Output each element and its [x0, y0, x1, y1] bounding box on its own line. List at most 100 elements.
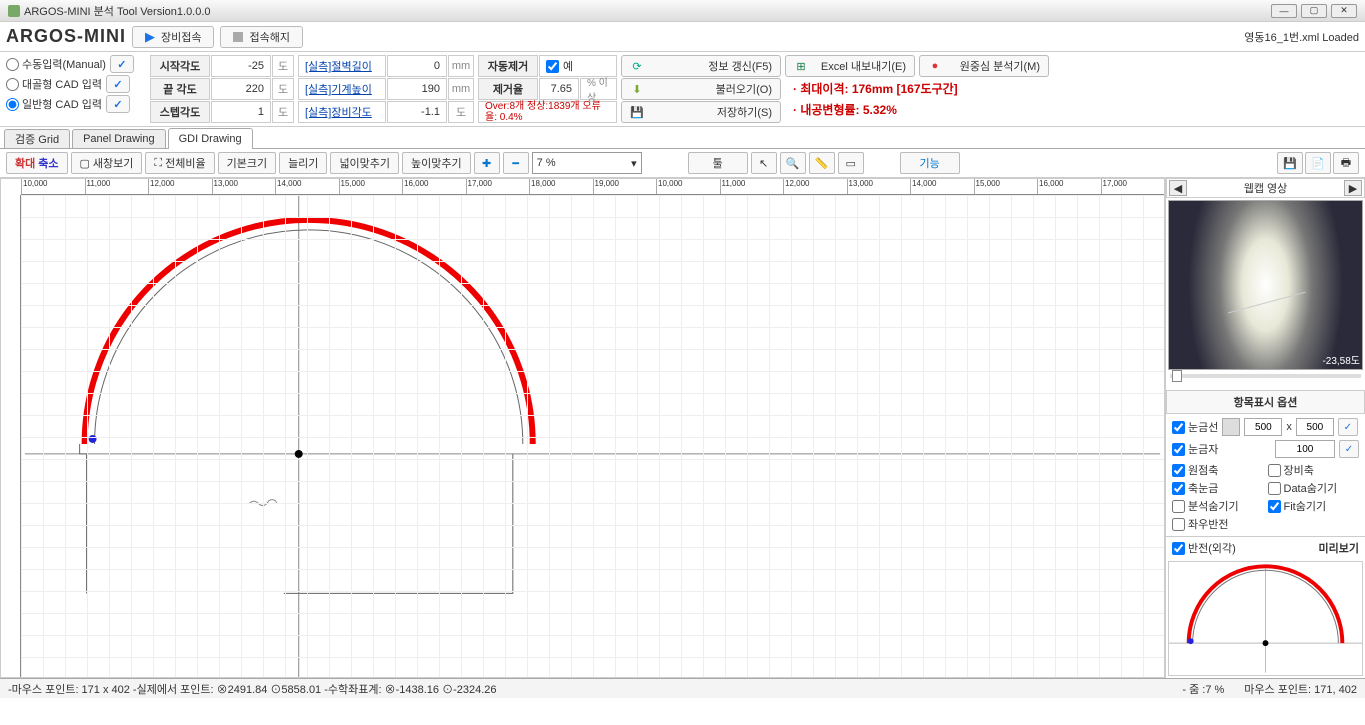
minimize-button[interactable]: — — [1271, 4, 1297, 18]
tab-panel-drawing[interactable]: Panel Drawing — [72, 129, 166, 148]
title-text: ARGOS-MINI 분석 Tool Version1.0.0.0 — [24, 3, 211, 19]
deg-unit: 도 — [272, 55, 294, 77]
stop-icon — [233, 32, 243, 42]
end-angle-value[interactable]: 220 — [211, 78, 271, 100]
remove-rate-value[interactable]: 7.65 — [539, 78, 579, 100]
grid-apply[interactable]: ✓ — [1338, 418, 1358, 436]
opt-gridmark[interactable]: 눈금자 — [1172, 441, 1218, 457]
main-area: 10,00011,00012,00013,00014,00015,00016,0… — [0, 178, 1365, 678]
opt-equip[interactable]: 장비축 — [1268, 462, 1360, 478]
minus-button[interactable]: ━ — [503, 152, 529, 174]
save-button[interactable]: 💾저장하기(S) — [621, 101, 781, 123]
fit-icon: ⛶ — [154, 157, 162, 170]
webcam-slider[interactable] — [1166, 372, 1365, 390]
loaded-file: 영동16_1번.xml Loaded — [1244, 29, 1359, 45]
gridmark-apply[interactable]: ✓ — [1339, 440, 1359, 458]
logo: ARGOS-MINI — [6, 26, 126, 47]
drawing-canvas[interactable]: 10,00011,00012,00013,00014,00015,00016,0… — [0, 178, 1165, 678]
grid-color[interactable] — [1222, 418, 1240, 436]
ruler-tool[interactable]: 📏 — [809, 152, 835, 174]
opt-axis[interactable]: 축눈금 — [1172, 480, 1264, 496]
new-view-button[interactable]: ▢새창보기 — [71, 152, 143, 174]
radio-opencad[interactable]: 대골형 CAD 입력 — [6, 76, 102, 92]
close-button[interactable]: ✕ — [1331, 4, 1357, 18]
auto-remove-label: 자동제거 — [478, 55, 538, 77]
machine-height-value[interactable]: 190 — [387, 78, 447, 100]
webcam-next[interactable]: ▶ — [1344, 180, 1362, 196]
fit-all-button[interactable]: ⛶전체비율 — [145, 152, 214, 174]
webcam-angle: -23,58도 — [1322, 352, 1360, 367]
load-icon: ⬇ — [630, 82, 644, 96]
radio-gencad[interactable]: 일반형 CAD 입력 — [6, 96, 102, 112]
zoom-select[interactable]: 7 %▾ — [532, 152, 642, 174]
disconnect-label: 접속해지 — [249, 29, 289, 45]
opt-gridline[interactable]: 눈금선 — [1172, 419, 1218, 435]
preview-title: 미리보기 — [1319, 540, 1359, 556]
remove-rate-label: 제거율 — [478, 78, 538, 100]
opt-origin[interactable]: 원점축 — [1172, 462, 1264, 478]
equip-angle-link[interactable]: [실측]장비각도 — [298, 101, 386, 123]
input-mode-radios: 수동입력(Manual)✓ 대골형 CAD 입력✓ 일반형 CAD 입력✓ — [6, 55, 146, 113]
ruler-vertical — [1, 195, 21, 677]
check-manual[interactable]: ✓ — [110, 55, 134, 73]
magnify-tool[interactable]: 🔍 — [780, 152, 806, 174]
refresh-button[interactable]: ⟳정보 갱신(F5) — [621, 55, 781, 77]
doc-icon[interactable]: 📄 — [1305, 152, 1331, 174]
connect-label: 장비접속 — [161, 29, 201, 45]
zoom-in-button[interactable]: 확대 축소 — [6, 152, 68, 174]
window-icon: ▢ — [80, 157, 90, 170]
refresh-icon: ⟳ — [630, 59, 644, 73]
opt-flip[interactable]: 좌우반전 — [1172, 516, 1264, 532]
opt-anahide[interactable]: 분석숨기기 — [1172, 498, 1264, 514]
tab-gdi-drawing[interactable]: GDI Drawing — [168, 128, 253, 149]
fit-height-button[interactable]: 높이맞추기 — [402, 152, 471, 174]
load-button[interactable]: ⬇불러오기(O) — [621, 78, 781, 100]
stretch-button[interactable]: 늘리기 — [279, 152, 327, 174]
plus-button[interactable]: ✚ — [474, 152, 500, 174]
tool-button[interactable]: 툴 — [688, 152, 748, 174]
gridmark-val[interactable] — [1275, 440, 1335, 458]
orig-size-button[interactable]: 기본크기 — [218, 152, 276, 174]
title-bar: ARGOS-MINI 분석 Tool Version1.0.0.0 — ▢ ✕ — [0, 0, 1365, 22]
equip-angle-value[interactable]: -1.1 — [387, 101, 447, 123]
result-max-gap: · 최대이격: 176mm [167도구간] — [793, 80, 1041, 97]
preview-flip[interactable]: 반전(외각) — [1172, 540, 1236, 556]
excel-button[interactable]: ⊞Excel 내보내기(E) — [785, 55, 915, 77]
check-gencad[interactable]: ✓ — [106, 95, 130, 113]
status-bar: -마우스 포인트: 171 x 402 -실제에서 포인트: ⊗2491.84 … — [0, 678, 1365, 698]
grid-h[interactable] — [1296, 418, 1334, 436]
print-icon[interactable]: 🖶 — [1333, 152, 1359, 174]
center-analyzer-button[interactable]: ●원중심 분석기(M) — [919, 55, 1049, 77]
fit-width-button[interactable]: 넓이맞추기 — [330, 152, 399, 174]
maximize-button[interactable]: ▢ — [1301, 4, 1327, 18]
window-tool[interactable]: ▭ — [838, 152, 864, 174]
measure-table: [실측]절벽길이 0 mm [실측]기계높이 190 mm [실측]장비각도 -… — [298, 55, 474, 123]
chevron-down-icon: ▾ — [631, 157, 637, 170]
disconnect-button[interactable]: 접속해지 — [220, 26, 302, 48]
webcam-prev[interactable]: ◀ — [1169, 180, 1187, 196]
status-left: -마우스 포인트: 171 x 402 -실제에서 포인트: ⊗2491.84 … — [8, 681, 497, 697]
right-panel: ◀ 웹캡 영상 ▶ -23,58도 항목표시 옵션 눈금선 x ✓ 눈금자 ✓ — [1165, 178, 1365, 678]
parameter-panel: 수동입력(Manual)✓ 대골형 CAD 입력✓ 일반형 CAD 입력✓ 시작… — [0, 52, 1365, 127]
pointer-tool[interactable]: ↖ — [751, 152, 777, 174]
opt-fithide[interactable]: Fit숨기기 — [1268, 498, 1360, 514]
function-button[interactable]: 기능 — [900, 152, 960, 174]
preview-canvas — [1168, 561, 1363, 676]
webcam-image: -23,58도 — [1168, 200, 1363, 370]
opt-datahide[interactable]: Data숨기기 — [1268, 480, 1360, 496]
play-icon: ▶ — [145, 29, 155, 45]
grid-w[interactable] — [1244, 418, 1282, 436]
radio-manual[interactable]: 수동입력(Manual) — [6, 56, 106, 72]
header-row: ARGOS-MINI ▶ 장비접속 접속해지 영동16_1번.xml Loade… — [0, 22, 1365, 52]
wall-length-value[interactable]: 0 — [387, 55, 447, 77]
step-angle-value[interactable]: 1 — [211, 101, 271, 123]
check-opencad[interactable]: ✓ — [106, 75, 130, 93]
machine-height-link[interactable]: [실측]기계높이 — [298, 78, 386, 100]
save-file-icon[interactable]: 💾 — [1277, 152, 1303, 174]
tab-verify-grid[interactable]: 검증 Grid — [4, 129, 70, 148]
start-angle-label: 시작각도 — [150, 55, 210, 77]
drawing-toolbar: 확대 축소 ▢새창보기 ⛶전체비율 기본크기 늘리기 넓이맞추기 높이맞추기 ✚… — [0, 149, 1365, 178]
connect-button[interactable]: ▶ 장비접속 — [132, 26, 214, 48]
start-angle-value[interactable]: -25 — [211, 55, 271, 77]
wall-length-link[interactable]: [실측]절벽길이 — [298, 55, 386, 77]
